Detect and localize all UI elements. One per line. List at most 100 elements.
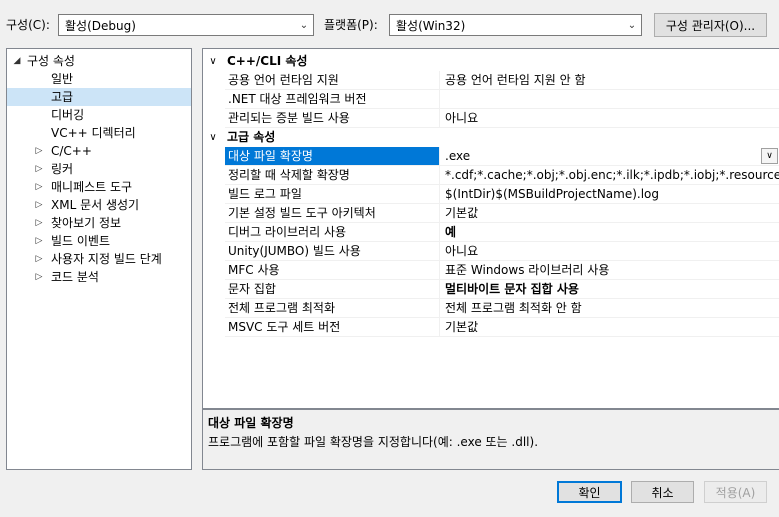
property-row[interactable]: 대상 파일 확장명 .exe ∨ (203, 147, 779, 166)
property-name[interactable]: 문자 집합 (225, 280, 439, 299)
property-value[interactable]: 아니요 (439, 242, 779, 261)
tree-root-label: 구성 속성 (27, 54, 75, 68)
grid-category-title: 고급 속성 (227, 130, 276, 144)
chevron-down-icon[interactable]: ∨ (207, 128, 219, 147)
property-value-text: 아니요 (445, 244, 479, 258)
property-row[interactable]: 관리되는 증분 빌드 사용 아니요 (203, 109, 779, 128)
tree-item[interactable]: ▷ 매니페스트 도구 (7, 178, 191, 196)
tree-item[interactable]: ▷ 코드 분석 (7, 268, 191, 286)
tree-item[interactable]: ▷ 빌드 이벤트 (7, 232, 191, 250)
platform-combo[interactable]: 활성(Win32) ⌄ (389, 14, 642, 36)
config-combo[interactable]: 활성(Debug) ⌄ (58, 14, 314, 36)
property-row[interactable]: .NET 대상 프레임워크 버전 (203, 90, 779, 109)
property-grid[interactable]: ∨ C++/CLI 속성공용 언어 런타임 지원 공용 언어 런타임 지원 안 함.… (202, 48, 779, 409)
property-row[interactable]: 전체 프로그램 최적화 전체 프로그램 최적화 안 함 (203, 299, 779, 318)
chevron-down-icon: ⌄ (627, 19, 637, 31)
tree-item[interactable]: ▷ C/C++ (7, 142, 191, 160)
property-value[interactable]: *.cdf;*.cache;*.obj;*.obj.enc;*.ilk;*.ip… (439, 166, 779, 185)
tree-item-label: 디버깅 (51, 108, 85, 122)
property-row[interactable]: 문자 집합 멀티바이트 문자 집합 사용 (203, 280, 779, 299)
property-value-text: *.cdf;*.cache;*.obj;*.obj.enc;*.ilk;*.ip… (445, 168, 779, 182)
config-label: 구성(C): (6, 18, 50, 32)
tree-item[interactable]: 디버깅 (7, 106, 191, 124)
property-value-text: 기본값 (445, 320, 479, 334)
tree-item[interactable]: VC++ 디렉터리 (7, 124, 191, 142)
property-row[interactable]: 정리할 때 삭제할 확장명 *.cdf;*.cache;*.obj;*.obj.e… (203, 166, 779, 185)
property-row[interactable]: 기본 설정 빌드 도구 아키텍처 기본값 (203, 204, 779, 223)
property-value[interactable]: $(IntDir)$(MSBuildProjectName).log (439, 185, 779, 204)
tree-item[interactable]: ▷ 링커 (7, 160, 191, 178)
tree-item[interactable]: ▷ XML 문서 생성기 (7, 196, 191, 214)
property-name[interactable]: 전체 프로그램 최적화 (225, 299, 439, 318)
grid-category[interactable]: ∨ C++/CLI 속성 (203, 52, 779, 71)
tree-item-label: 매니페스트 도구 (51, 180, 133, 194)
property-value[interactable]: 아니요 (439, 109, 779, 128)
chevron-down-icon: ⌄ (299, 19, 309, 31)
chevron-right-icon[interactable]: ▷ (33, 268, 45, 286)
property-name[interactable]: .NET 대상 프레임워크 버전 (225, 90, 439, 109)
chevron-right-icon[interactable]: ▷ (33, 232, 45, 250)
description-title: 대상 파일 확장명 (208, 416, 294, 430)
config-manager-button[interactable]: 구성 관리자(O)... (654, 13, 767, 37)
chevron-down-icon[interactable]: ◢ (11, 52, 23, 70)
property-row[interactable]: 빌드 로그 파일 $(IntDir)$(MSBuildProjectName).l… (203, 185, 779, 204)
property-name[interactable]: Unity(JUMBO) 빌드 사용 (225, 242, 439, 261)
property-value-text: 예 (445, 225, 457, 239)
property-row[interactable]: MFC 사용 표준 Windows 라이브러리 사용 (203, 261, 779, 280)
property-value-text: 공용 언어 런타임 지원 안 함 (445, 73, 586, 87)
tree-item-label: 빌드 이벤트 (51, 234, 111, 248)
property-value-text: $(IntDir)$(MSBuildProjectName).log (445, 187, 660, 201)
property-row[interactable]: MSVC 도구 세트 버전 기본값 (203, 318, 779, 337)
property-value[interactable]: 공용 언어 런타임 지원 안 함 (439, 71, 779, 90)
platform-value: 활성(Win32) (396, 18, 466, 33)
chevron-right-icon[interactable]: ▷ (33, 196, 45, 214)
property-value[interactable]: 전체 프로그램 최적화 안 함 (439, 299, 779, 318)
tree-item[interactable]: 일반 (7, 70, 191, 88)
tree-item[interactable]: ▷ 찾아보기 정보 (7, 214, 191, 232)
property-value-text: 표준 Windows 라이브러리 사용 (445, 263, 610, 277)
tree-item-label: 고급 (51, 90, 74, 104)
tree-item[interactable]: 고급 (7, 88, 191, 106)
grid-category-title: C++/CLI 속성 (227, 54, 308, 68)
dropdown-arrow-icon[interactable]: ∨ (761, 148, 778, 164)
tree-item-label: 링커 (51, 162, 74, 176)
chevron-right-icon[interactable]: ▷ (33, 214, 45, 232)
property-row[interactable]: Unity(JUMBO) 빌드 사용 아니요 (203, 242, 779, 261)
chevron-down-icon[interactable]: ∨ (207, 52, 219, 71)
cancel-button[interactable]: 취소 (631, 481, 694, 503)
tree-item[interactable]: ▷ 사용자 지정 빌드 단계 (7, 250, 191, 268)
tree-item-label: 찾아보기 정보 (51, 216, 122, 230)
tree-item-label: 사용자 지정 빌드 단계 (51, 252, 162, 266)
property-value-text: .exe (445, 149, 471, 163)
property-row[interactable]: 공용 언어 런타임 지원 공용 언어 런타임 지원 안 함 (203, 71, 779, 90)
property-name[interactable]: 기본 설정 빌드 도구 아키텍처 (225, 204, 439, 223)
property-value[interactable]: .exe ∨ (439, 147, 779, 166)
property-value[interactable] (439, 90, 779, 109)
property-name[interactable]: 정리할 때 삭제할 확장명 (225, 166, 439, 185)
property-name[interactable]: MSVC 도구 세트 버전 (225, 318, 439, 337)
property-name[interactable]: 대상 파일 확장명 (225, 147, 439, 166)
chevron-right-icon[interactable]: ▷ (33, 160, 45, 178)
property-name[interactable]: 빌드 로그 파일 (225, 185, 439, 204)
ok-button[interactable]: 확인 (557, 481, 622, 503)
chevron-right-icon[interactable]: ▷ (33, 178, 45, 196)
property-value[interactable]: 표준 Windows 라이브러리 사용 (439, 261, 779, 280)
property-value[interactable]: 멀티바이트 문자 집합 사용 (439, 280, 779, 299)
property-value[interactable]: 기본값 (439, 204, 779, 223)
property-name[interactable]: MFC 사용 (225, 261, 439, 280)
tree-root[interactable]: ◢ 구성 속성 (7, 52, 191, 70)
property-row[interactable]: 디버그 라이브러리 사용 예 (203, 223, 779, 242)
property-name[interactable]: 디버그 라이브러리 사용 (225, 223, 439, 242)
property-value[interactable]: 예 (439, 223, 779, 242)
chevron-right-icon[interactable]: ▷ (33, 250, 45, 268)
property-name[interactable]: 관리되는 증분 빌드 사용 (225, 109, 439, 128)
category-tree[interactable]: ◢ 구성 속성 일반 고급 디버깅 VC++ 디렉터리 ▷ C/C++ ▷ 링커 ▷ 매니페스트 … (6, 48, 192, 470)
description-text: 프로그램에 포함할 파일 확장명을 지정합니다(예: .exe 또는 .dll)… (208, 435, 539, 449)
grid-category[interactable]: ∨ 고급 속성 (203, 128, 779, 147)
config-value: 활성(Debug) (65, 18, 136, 33)
tree-item-label: 코드 분석 (51, 270, 99, 284)
property-name[interactable]: 공용 언어 런타임 지원 (225, 71, 439, 90)
chevron-right-icon[interactable]: ▷ (33, 142, 45, 160)
apply-button[interactable]: 적용(A) (704, 481, 767, 503)
property-value[interactable]: 기본값 (439, 318, 779, 337)
